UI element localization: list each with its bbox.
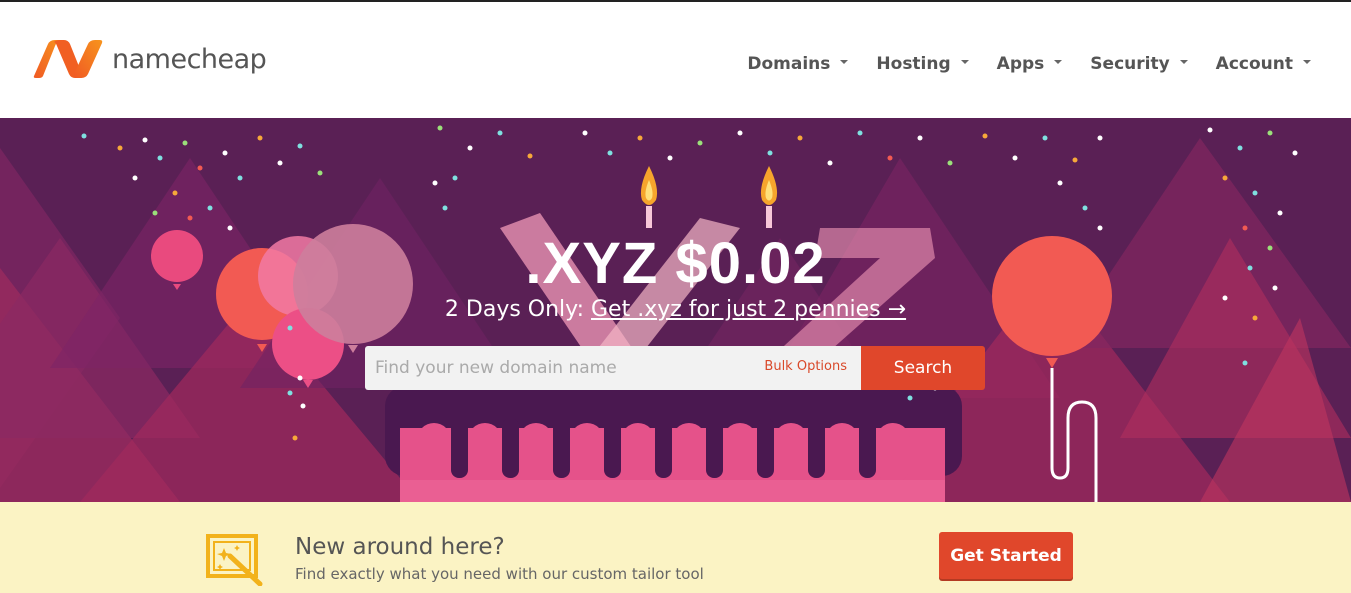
nav-hosting-label: Hosting (876, 54, 951, 74)
caret-down-icon (1179, 60, 1188, 64)
nav-hosting[interactable]: Hosting (876, 54, 969, 74)
main-nav: Domains Hosting Apps Security Account (719, 54, 1311, 74)
caret-down-icon (960, 60, 969, 64)
site-header: namecheap Domains Hosting Apps Security … (0, 2, 1351, 118)
nav-security[interactable]: Security (1090, 54, 1188, 74)
hero-subtitle: 2 Days Only: Get .xyz for just 2 pennies… (0, 297, 1351, 322)
hero-title: .XYZ $0.02 (525, 231, 826, 296)
domain-search: Bulk Options Search (365, 346, 985, 390)
promo-title: New around here? (295, 534, 505, 560)
nav-domains-label: Domains (747, 54, 831, 74)
promo-subtitle: Find exactly what you need with our cust… (295, 565, 704, 583)
new-user-promo-bar: New around here? Find exactly what you n… (0, 502, 1351, 593)
domain-search-input[interactable] (365, 346, 755, 390)
nav-account[interactable]: Account (1216, 54, 1311, 74)
search-button[interactable]: Search (861, 346, 985, 390)
nav-apps[interactable]: Apps (997, 54, 1063, 74)
hero-banner: .XYZ $0.02 2 Days Only: Get .xyz for jus… (0, 118, 1351, 502)
domain-search-box: Bulk Options (365, 346, 861, 390)
namecheap-logo[interactable]: namecheap (30, 38, 267, 80)
caret-down-icon (840, 60, 849, 64)
hero-promo-link[interactable]: Get .xyz for just 2 pennies → (591, 297, 906, 322)
nav-account-label: Account (1215, 54, 1293, 74)
nav-security-label: Security (1090, 54, 1170, 74)
namecheap-logo-icon (33, 40, 103, 78)
nav-apps-label: Apps (996, 54, 1045, 74)
get-started-button[interactable]: Get Started (939, 532, 1073, 579)
hero-subtitle-prefix: 2 Days Only: (444, 297, 591, 322)
bulk-options-link[interactable]: Bulk Options (764, 359, 847, 374)
magic-wand-icon (206, 534, 263, 586)
logo-text: namecheap (112, 43, 267, 75)
caret-down-icon (1303, 60, 1311, 64)
caret-down-icon (1054, 60, 1063, 64)
nav-domains[interactable]: Domains (747, 54, 849, 74)
